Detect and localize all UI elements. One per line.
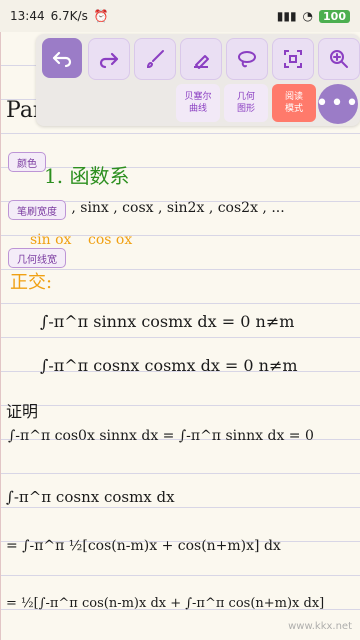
eraser-button[interactable] bbox=[180, 38, 222, 80]
equation-1: ∫-π^π sinnx cosmx dx = 0 n≠m bbox=[40, 312, 295, 331]
bezier-curve-button[interactable]: 贝塞尔 曲线 bbox=[176, 84, 220, 122]
battery-indicator: 100 bbox=[319, 9, 350, 23]
section-title: 1. 函数系 bbox=[44, 164, 130, 188]
zoom-in-icon bbox=[330, 50, 348, 68]
margin-line bbox=[0, 32, 1, 640]
proof-label: 证明 bbox=[6, 402, 39, 421]
equation-5: = ∫-π^π ½[cos(n-m)x + cos(n+m)x] dx bbox=[6, 538, 281, 554]
undo-arrow-icon bbox=[52, 51, 72, 68]
lasso-button[interactable] bbox=[226, 38, 268, 80]
status-speed: 6.7K/s bbox=[50, 9, 88, 23]
scan-icon bbox=[284, 50, 302, 68]
equation-6: = ½[∫-π^π cos(n-m)x dx + ∫-π^π cos(n+m)x… bbox=[6, 596, 325, 611]
lasso-icon bbox=[238, 51, 256, 68]
undo-button[interactable] bbox=[42, 38, 82, 78]
eraser-icon bbox=[194, 55, 209, 69]
orthogonal-label: 正交: bbox=[10, 272, 53, 293]
bezier-curve-label: 贝塞尔 曲线 bbox=[184, 92, 212, 114]
brush-button[interactable] bbox=[134, 38, 176, 80]
scan-button[interactable] bbox=[272, 38, 314, 80]
series-line: 1 , sinx , cosx , sin2x , cos2x , ... bbox=[58, 200, 285, 216]
paintbrush-icon bbox=[146, 50, 164, 69]
geometry-line-width-button[interactable]: 几何线宽 bbox=[8, 248, 66, 268]
signal-icon: ▮▮▮ bbox=[276, 9, 297, 23]
annotation-cos0x: cos ox bbox=[88, 232, 133, 248]
status-bar: 13:44 6.7K/s ⏰ ▮▮▮ ◔ 100 bbox=[0, 0, 360, 32]
wifi-icon: ◔ bbox=[302, 9, 314, 23]
drawing-toolbar: 贝塞尔 曲线 几何 图形 阅读 模式 ••• bbox=[36, 34, 360, 126]
alarm-icon: ⏰ bbox=[93, 9, 109, 23]
redo-button[interactable] bbox=[88, 38, 130, 80]
redo-arrow-icon bbox=[99, 52, 119, 69]
equation-2: ∫-π^π cosnx cosmx dx = 0 n≠m bbox=[40, 356, 298, 375]
equation-3: ∫-π^π cos0x sinnx dx = ∫-π^π sinnx dx = … bbox=[8, 428, 314, 444]
geometry-shape-button[interactable]: 几何 图形 bbox=[224, 84, 268, 122]
more-button[interactable]: ••• bbox=[315, 84, 360, 124]
read-mode-button[interactable]: 阅读 模式 bbox=[272, 84, 316, 122]
zoom-button[interactable] bbox=[318, 38, 360, 80]
brush-width-button[interactable]: 笔刷宽度 bbox=[8, 200, 66, 220]
color-button[interactable]: 颜色 bbox=[8, 152, 46, 172]
watermark: www.kkx.net bbox=[288, 621, 352, 632]
more-dots-icon: ••• bbox=[315, 91, 360, 116]
read-mode-label: 阅读 模式 bbox=[284, 92, 303, 114]
geometry-shape-label: 几何 图形 bbox=[236, 92, 255, 114]
equation-4: ∫-π^π cosnx cosmx dx bbox=[6, 488, 175, 506]
annotation-sin0x: sin ox bbox=[30, 232, 72, 248]
status-time: 13:44 bbox=[10, 9, 45, 23]
